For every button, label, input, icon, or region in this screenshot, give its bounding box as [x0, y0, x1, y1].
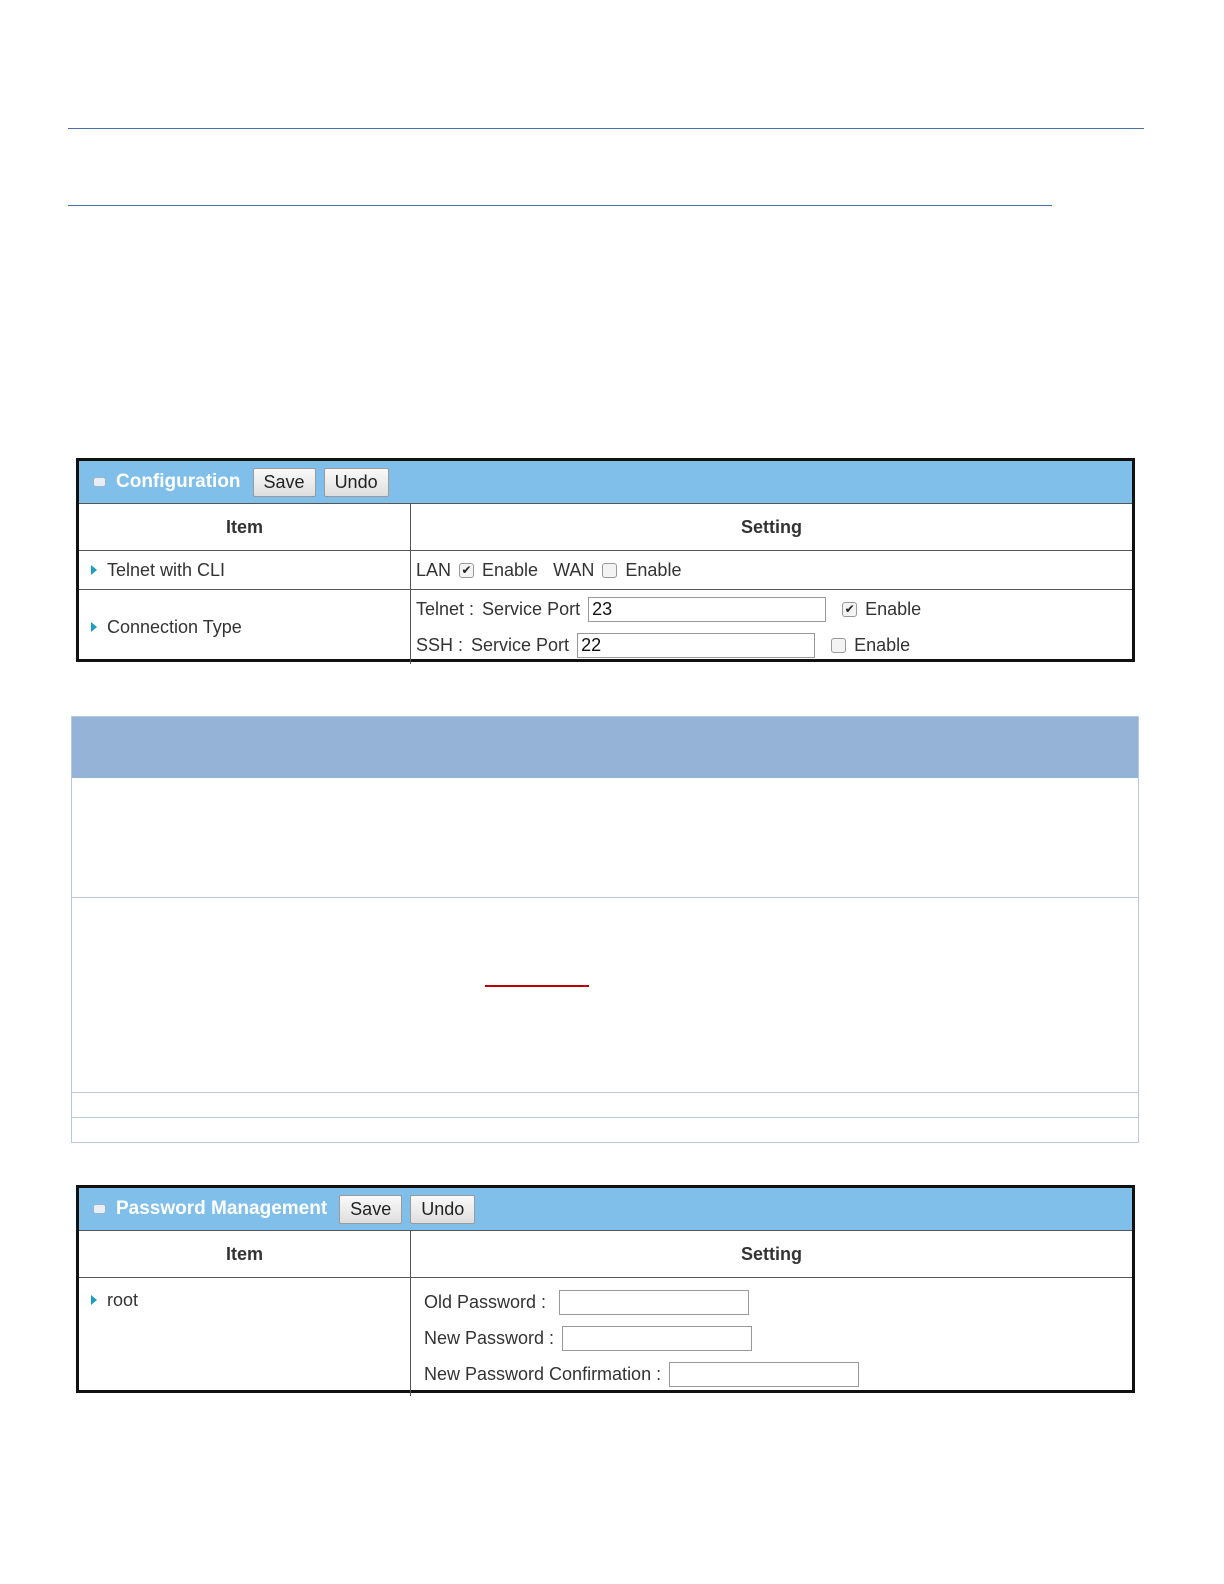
telnet-label: Telnet : [416, 598, 475, 619]
arrow-icon [91, 1295, 97, 1306]
ssh-port-label: Service Port [471, 634, 570, 655]
undo-button[interactable]: Undo [323, 467, 389, 497]
column-setting: Setting [410, 1230, 1132, 1278]
configuration-table: Item Setting Telnet with CLI LAN ✔ Enabl… [79, 503, 1132, 664]
telnet-port-label: Service Port [482, 598, 581, 619]
password-table: Item Setting root Old Password : New Pas… [79, 1230, 1132, 1396]
root-row: root Old Password : New Password : New P… [79, 1277, 1132, 1396]
password-header: Password Management Save Undo [79, 1188, 1132, 1230]
configuration-header: Configuration Save Undo [79, 461, 1132, 503]
telnet-cli-label: Telnet with CLI [107, 559, 226, 580]
new-password-label: New Password : [424, 1327, 555, 1348]
ssh-enable-checkbox[interactable] [831, 637, 847, 653]
lan-label: LAN [416, 559, 452, 580]
note-box [71, 716, 1139, 1143]
panel-toggle-icon [93, 477, 106, 487]
old-password-input[interactable] [559, 1289, 750, 1315]
wan-label: WAN [553, 559, 595, 580]
ssh-port-input[interactable] [577, 632, 816, 658]
header-row: Item Setting [79, 503, 1132, 551]
configuration-panel: Configuration Save Undo Item Setting Tel… [76, 458, 1135, 664]
column-item: Item [79, 503, 411, 551]
second-rule [68, 205, 1052, 206]
password-title: Password Management [116, 1198, 328, 1219]
connection-type-item: Connection Type [79, 589, 411, 664]
telnet-cli-item: Telnet with CLI [79, 550, 411, 590]
telnet-cli-setting: LAN ✔ Enable WAN Enable [410, 550, 1132, 590]
undo-button[interactable]: Undo [410, 1194, 476, 1224]
panel-toggle-icon [93, 1204, 106, 1214]
root-setting: Old Password : New Password : New Passwo… [410, 1277, 1132, 1396]
connection-type-setting: Telnet : Service Port ✔ Enable SSH : Ser… [410, 589, 1132, 664]
ssh-enable-label: Enable [854, 634, 911, 655]
telnet-cli-row: Telnet with CLI LAN ✔ Enable WAN Enable [79, 550, 1132, 590]
note-divider [72, 897, 1138, 898]
telnet-enable-checkbox[interactable]: ✔ [842, 601, 858, 617]
confirm-password-label: New Password Confirmation : [424, 1363, 662, 1384]
save-button[interactable]: Save [252, 467, 316, 497]
root-item: root [79, 1277, 411, 1396]
red-underline [485, 985, 589, 987]
header-row: Item Setting [79, 1230, 1132, 1278]
column-setting: Setting [410, 503, 1132, 551]
note-divider [72, 1117, 1138, 1118]
wan-enable-checkbox[interactable] [602, 562, 618, 578]
telnet-port-input[interactable] [588, 596, 827, 622]
lan-enable-checkbox[interactable]: ✔ [459, 562, 475, 578]
column-item: Item [79, 1230, 411, 1278]
telnet-enable-label: Enable [865, 598, 922, 619]
connection-type-row: Connection Type Telnet : Service Port ✔ … [79, 589, 1132, 664]
ssh-label: SSH : [416, 634, 464, 655]
note-header [72, 717, 1138, 778]
arrow-icon [91, 621, 97, 632]
configuration-title: Configuration [116, 471, 241, 492]
save-button[interactable]: Save [339, 1194, 403, 1224]
password-panel: Password Management Save Undo Item Setti… [76, 1185, 1135, 1396]
confirm-password-input[interactable] [669, 1361, 860, 1387]
top-rule [68, 128, 1144, 129]
old-password-label: Old Password : [424, 1291, 547, 1312]
wan-enable-label: Enable [625, 559, 682, 580]
arrow-icon [91, 564, 97, 575]
note-divider [72, 1092, 1138, 1093]
lan-enable-label: Enable [482, 559, 539, 580]
root-label: root [107, 1290, 139, 1310]
new-password-input[interactable] [562, 1325, 753, 1351]
connection-type-label: Connection Type [107, 616, 242, 637]
